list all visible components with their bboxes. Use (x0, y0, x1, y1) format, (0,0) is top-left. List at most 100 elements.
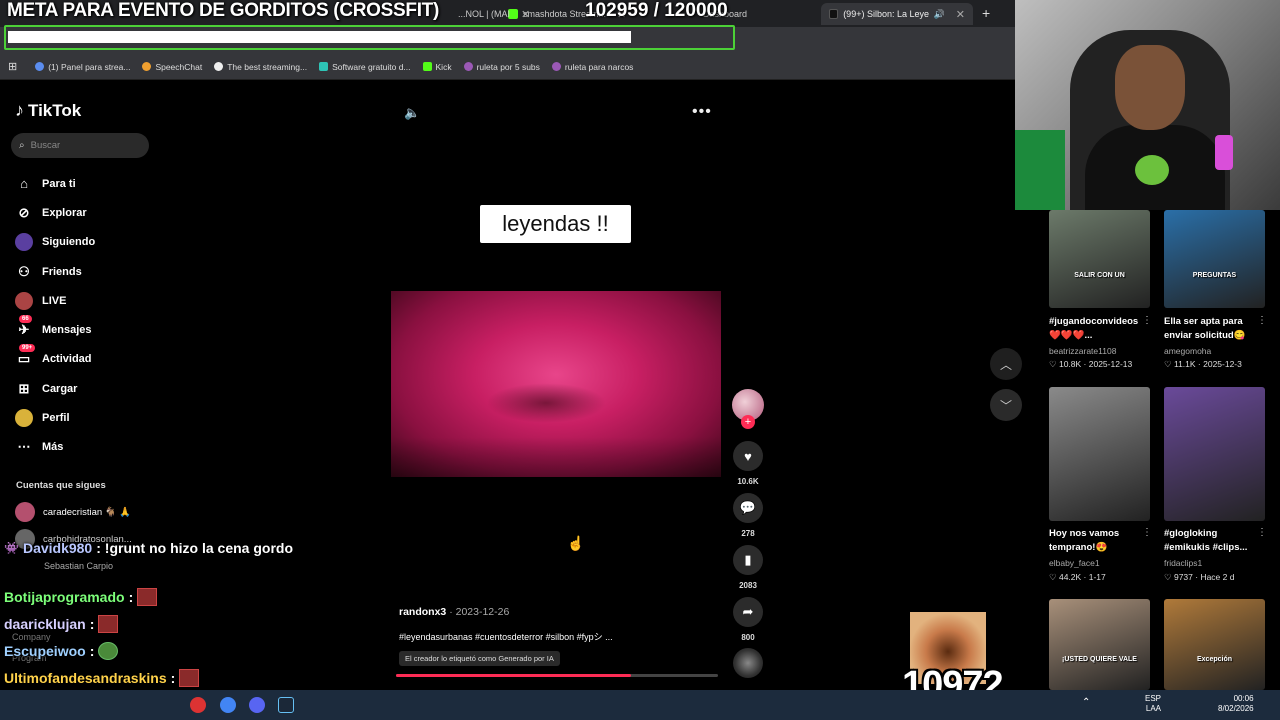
video-progress-bar[interactable] (396, 674, 718, 677)
chat-message: 👾 Davidk980 : !grunt no hizo la cena gor… (4, 540, 293, 556)
steam-icon[interactable] (278, 697, 294, 713)
brave-icon[interactable] (190, 697, 206, 713)
messages-badge: 66 (19, 315, 32, 324)
more-options-icon[interactable]: ⋮ (1142, 315, 1152, 326)
chat-message: Ultimofandesandraskins : (4, 669, 200, 687)
sidebar-item-siguiendo[interactable]: Siguiendo (15, 228, 95, 257)
bookmark-icon (463, 62, 473, 71)
recommended-title[interactable]: #glogloking #emikukis #clips... (1164, 527, 1256, 555)
chrome-icon[interactable] (220, 697, 236, 713)
address-field[interactable] (8, 31, 631, 43)
apps-grid-icon[interactable]: ⊞ (8, 60, 17, 73)
search-input[interactable]: ⌕ Buscar (11, 133, 149, 158)
clock[interactable]: 00:06 8/02/2026 (1218, 694, 1254, 714)
video-author[interactable]: randonx3 · 2023-12-26 (399, 606, 509, 618)
search-icon: ⌕ (19, 140, 25, 151)
following-icon (15, 233, 33, 252)
bookmark-icon (214, 62, 224, 71)
bookmark-icon[interactable]: ▮ (733, 545, 763, 575)
sidebar-item-friends[interactable]: ⚇ Friends (15, 257, 95, 286)
microphone (1215, 135, 1233, 170)
activity-icon: ▭ 99+ (15, 344, 36, 368)
video-figure (486, 383, 606, 423)
sidebar-item-actividad[interactable]: ▭ 99+ Actividad (15, 344, 95, 374)
tiktok-logo[interactable]: ♪ TikTok (15, 100, 81, 121)
save-action[interactable]: ▮ 2083 (732, 545, 764, 590)
video-player[interactable] (391, 291, 721, 477)
compass-icon: ⊘ (18, 204, 30, 220)
following-item[interactable]: caradecristian 🐐 🙏 (15, 502, 131, 522)
recommended-author[interactable]: elbaby_face1 (1049, 558, 1100, 568)
volume-icon[interactable]: 🔈 (404, 105, 420, 121)
share-icon[interactable]: ➦ (733, 597, 763, 627)
share-action[interactable]: ➦ 800 (732, 597, 764, 642)
recommended-title[interactable]: Ella ser apta para enviar solicitud😋 (1164, 315, 1256, 343)
bookmark-software[interactable]: Software gratuito d... (319, 62, 411, 72)
save-count: 2083 (739, 581, 757, 590)
bookmark-panel[interactable]: (1) Panel para strea... (35, 62, 130, 72)
language-indicator[interactable]: ESP LAA (1145, 694, 1161, 714)
sidebar-item-explorar[interactable]: ⊘ Explorar (15, 198, 95, 227)
recommended-thumbnail[interactable] (1164, 387, 1265, 521)
close-icon[interactable]: ✕ (521, 8, 530, 21)
recommended-author[interactable]: fridaclips1 (1164, 558, 1202, 568)
heart-icon[interactable]: ♥ (733, 441, 763, 471)
sidebar-item-cargar[interactable]: ⊞ Cargar (15, 374, 95, 403)
bookmark-ruleta-narcos[interactable]: ruleta para narcos (551, 62, 633, 72)
footer-company[interactable]: Company (12, 632, 51, 642)
new-tab-button[interactable]: + (982, 5, 990, 21)
recommended-thumbnail[interactable]: Excepción (1164, 599, 1265, 690)
speaker-icon[interactable]: 🔊 (934, 9, 945, 20)
recommended-thumbnail[interactable] (1049, 387, 1150, 521)
grinch-print (1135, 155, 1169, 185)
video-hashtags[interactable]: #leyendasurbanas #cuentosdeterror #silbo… (399, 630, 613, 643)
bookmark-streaming[interactable]: The best streaming... (214, 62, 307, 72)
more-options-icon[interactable]: ⋮ (1142, 527, 1152, 538)
close-icon[interactable]: ✕ (956, 8, 965, 21)
friends-icon: ⚇ (18, 263, 30, 279)
sidebar-item-live[interactable]: LIVE (15, 286, 95, 315)
recommended-title[interactable]: Hoy nos vamos temprano!😍 (1049, 527, 1141, 555)
more-options-icon[interactable]: ⋮ (1257, 315, 1267, 326)
sidebar-item-mensajes[interactable]: ✈ 66 Mensajes (15, 315, 95, 344)
recommended-thumbnail[interactable]: SALIR CON UN (1049, 210, 1150, 308)
bookmark-icon (319, 62, 329, 71)
sidebar-item-perfil[interactable]: Perfil (15, 403, 95, 432)
recommended-author[interactable]: amegomoha (1164, 346, 1211, 356)
recommended-stats: ♡ 11.1K · 2025-12-3 (1164, 359, 1242, 369)
comment-action[interactable]: 💬 278 (732, 493, 764, 538)
tiktok-note-icon: ♪ (15, 100, 24, 120)
sidebar-item-mas[interactable]: ⋯ Más (15, 433, 95, 462)
more-options-icon[interactable]: ••• (692, 103, 712, 121)
recommended-stats: ♡ 44.2K · 1-17 (1049, 572, 1106, 582)
like-action[interactable]: ♥ 10.6K (732, 441, 764, 486)
music-disc-icon[interactable] (733, 648, 763, 678)
bookmark-kick[interactable]: Kick (422, 62, 452, 72)
discord-icon[interactable] (249, 697, 265, 713)
video-progress-fill (396, 674, 632, 677)
mouse-cursor-icon: ☝ (567, 535, 585, 551)
follow-plus-button[interactable]: + (741, 415, 755, 429)
emote-icon (98, 615, 119, 633)
more-options-icon[interactable]: ⋮ (1257, 527, 1267, 538)
comment-icon[interactable]: 💬 (733, 493, 763, 523)
activity-badge: 99+ (19, 344, 36, 353)
plant-background (1015, 130, 1065, 210)
bookmark-ruleta-subs[interactable]: ruleta por 5 subs (463, 62, 540, 72)
video-shade (391, 437, 721, 477)
sidebar-item-para-ti[interactable]: ⌂ Para ti (15, 169, 95, 198)
following-item[interactable]: Sebastian Carpio (44, 561, 113, 571)
emote-icon (137, 588, 158, 606)
recommended-thumbnail[interactable]: ¡USTED QUIERE VALE (1049, 599, 1150, 690)
recommended-author[interactable]: beatrizzarate1108 (1049, 346, 1116, 356)
recommended-thumbnail[interactable]: PREGUNTAS (1164, 210, 1265, 308)
tray-chevron-icon[interactable]: ⌃ (1082, 698, 1090, 708)
recommended-title[interactable]: #jugandoconvideos ❤️❤️❤️... (1049, 315, 1141, 343)
next-video-button[interactable]: ﹀ (990, 389, 1022, 421)
bookmark-speechchat[interactable]: SpeechChat (142, 62, 202, 72)
sidebar-nav: ⌂ Para ti ⊘ Explorar Siguiendo ⚇ Friends… (15, 169, 95, 462)
tab-3[interactable]: ...NOL | (MAI ✕ (450, 3, 538, 25)
previous-video-button[interactable]: ︿ (990, 348, 1022, 380)
tab-tiktok-active[interactable]: (99+) Silbon: La Leyenda Ur 🔊 ✕ (821, 3, 973, 25)
chat-message: Botijaprogramado : (4, 588, 158, 606)
